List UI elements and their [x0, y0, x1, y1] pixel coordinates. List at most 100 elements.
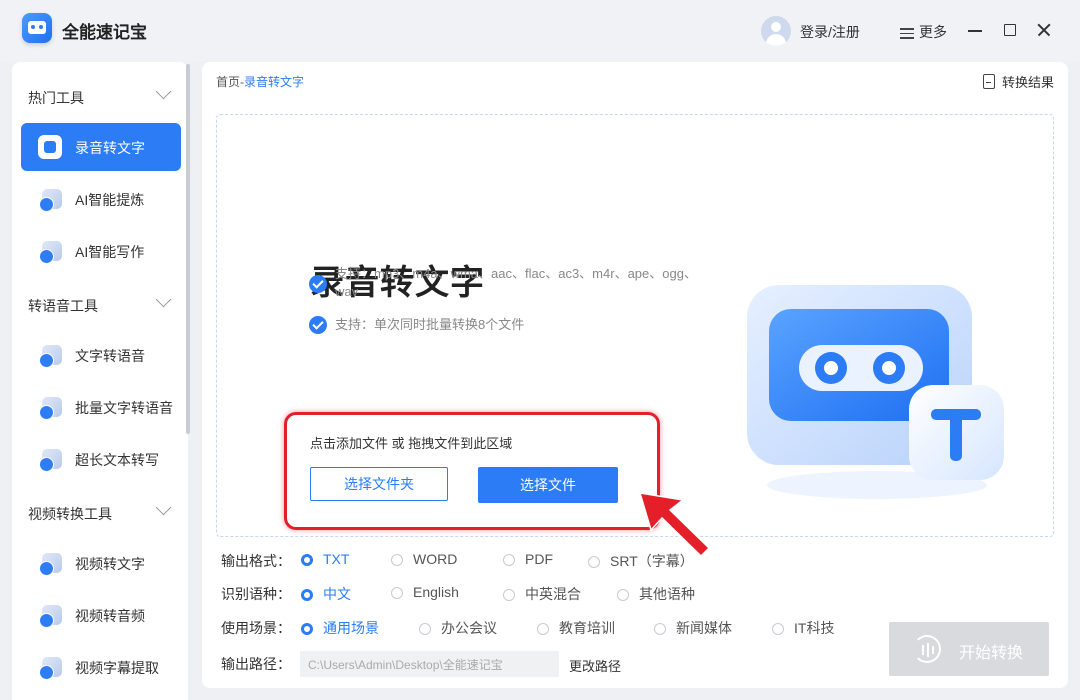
sidebar-item-label: AI智能提炼 [75, 192, 145, 208]
option-label: 通用场景 [323, 620, 379, 636]
option-label: English [413, 584, 459, 600]
radio-icon [301, 589, 313, 601]
select-folder-button[interactable]: 选择文件夹 [310, 467, 448, 501]
sidebar-item-label: 视频转文字 [75, 556, 145, 572]
output-format-label: 输出格式： [221, 553, 291, 569]
sidebar-item-text-to-speech[interactable]: 文字转语音 [21, 331, 181, 379]
sidebar-item-video-to-text[interactable]: 视频转文字 [21, 539, 181, 587]
drop-hint-text: 点击添加文件 或 拖拽文件到此区域 [310, 436, 513, 451]
sidebar-item-label: 视频字幕提取 [75, 660, 159, 676]
scene-option-news[interactable]: 新闻媒体 [654, 618, 732, 638]
sidebar-item-label: 视频转音频 [75, 608, 145, 624]
scene-option-general[interactable]: 通用场景 [301, 618, 379, 638]
format-option-word[interactable]: WORD [391, 551, 457, 567]
check-icon [309, 316, 327, 334]
subtitle-icon [39, 657, 62, 680]
batch-tts-icon [39, 397, 62, 420]
sidebar-item-label: 录音转文字 [75, 140, 145, 156]
app-logo-icon [22, 13, 52, 43]
sidebar-item-video-to-audio[interactable]: 视频转音频 [21, 591, 181, 639]
chevron-down-icon[interactable] [155, 499, 172, 516]
login-register-link[interactable]: 登录/注册 [800, 22, 860, 42]
user-avatar-icon[interactable] [761, 16, 791, 46]
breadcrumb: 首页-录音转文字 [216, 73, 304, 90]
title-bar: 全能速记宝 登录/注册 更多 [0, 0, 1080, 62]
radio-icon [617, 589, 629, 601]
select-file-button[interactable]: 选择文件 [478, 467, 618, 503]
more-label: 更多 [919, 24, 947, 40]
chevron-down-icon[interactable] [155, 291, 172, 308]
sidebar-item-label: 批量文字转语音 [75, 400, 173, 416]
scene-option-it[interactable]: IT科技 [772, 618, 834, 638]
radio-icon [654, 623, 666, 635]
usage-scene-label: 使用场景： [221, 620, 291, 636]
sidebar: 热门工具 录音转文字 AI智能提炼 AI智能写作 转语音工具 文字转语音 批量文… [12, 62, 188, 700]
radio-icon [301, 623, 313, 635]
option-label: 中英混合 [525, 586, 581, 602]
format-option-srt[interactable]: SRT（字幕） [588, 551, 694, 571]
file-drop-zone[interactable]: 录音转文字 支持：mp3、m4a、wma、aac、flac、ac3、m4r、ap… [216, 114, 1054, 558]
sidebar-item-batch-tts[interactable]: 批量文字转语音 [21, 383, 181, 431]
change-path-link[interactable]: 更改路径 [569, 656, 621, 675]
pointer-arrow-icon [638, 492, 711, 558]
sidebar-item-label: 文字转语音 [75, 348, 145, 364]
option-label: 办公会议 [441, 620, 497, 636]
option-label: SRT（字幕） [610, 553, 694, 569]
minimize-button[interactable] [963, 18, 987, 42]
language-option-other[interactable]: 其他语种 [617, 584, 695, 604]
language-option-chinese[interactable]: 中文 [301, 584, 351, 604]
output-path-label: 输出路径： [221, 656, 291, 672]
sidebar-group-video-tools[interactable]: 视频转换工具 [28, 504, 112, 524]
output-path-field[interactable] [300, 651, 559, 677]
radio-icon [588, 556, 600, 568]
language-option-mixed[interactable]: 中英混合 [503, 584, 581, 604]
format-option-txt[interactable]: TXT [301, 551, 349, 567]
option-label: IT科技 [794, 620, 835, 636]
radio-icon [537, 623, 549, 635]
conversion-results-button[interactable]: 转换结果 [982, 72, 1054, 91]
language-option-english[interactable]: English [391, 584, 459, 600]
scene-option-meeting[interactable]: 办公会议 [419, 618, 497, 638]
sidebar-item-subtitle-extract[interactable]: 视频字幕提取 [21, 643, 181, 691]
sidebar-group-hot-tools[interactable]: 热门工具 [28, 88, 84, 108]
option-label: 新闻媒体 [676, 620, 732, 636]
option-label: 其他语种 [639, 586, 695, 602]
scene-option-education[interactable]: 教育培训 [537, 618, 615, 638]
sidebar-item-label: AI智能写作 [75, 244, 145, 260]
option-label: PDF [525, 551, 553, 567]
sidebar-group-tts-tools[interactable]: 转语音工具 [28, 296, 98, 316]
transcribe-icon [38, 135, 62, 159]
radio-icon [503, 589, 515, 601]
app-title: 全能速记宝 [62, 23, 147, 42]
audio-wave-icon [913, 635, 941, 663]
tts-icon [39, 345, 62, 368]
breadcrumb-home[interactable]: 首页 [216, 75, 240, 89]
more-menu-button[interactable]: 更多 [900, 22, 947, 42]
start-conversion-button[interactable]: 开始转换 [889, 622, 1049, 676]
option-label: WORD [413, 551, 458, 567]
radio-icon [391, 554, 403, 566]
document-icon [982, 74, 995, 89]
conversion-results-label: 转换结果 [1001, 75, 1054, 90]
chevron-down-icon[interactable] [155, 83, 172, 100]
long-text-icon [39, 449, 62, 472]
batch-support-text: 支持：单次同时批量转换8个文件 [335, 317, 525, 332]
radio-icon [391, 587, 403, 599]
breadcrumb-current: 录音转文字 [244, 75, 305, 89]
radio-icon [503, 554, 515, 566]
close-button[interactable] [1032, 18, 1056, 42]
recognition-language-label: 识别语种： [221, 586, 291, 602]
sidebar-item-ai-writing[interactable]: AI智能写作 [21, 227, 181, 275]
sidebar-item-long-text[interactable]: 超长文本转写 [21, 435, 181, 483]
sidebar-item-ai-extract[interactable]: AI智能提炼 [21, 175, 181, 223]
maximize-button[interactable] [998, 18, 1022, 42]
ai-writing-icon [39, 241, 62, 264]
format-option-pdf[interactable]: PDF [503, 551, 553, 567]
sidebar-scrollbar[interactable] [186, 64, 190, 434]
video-audio-icon [39, 605, 62, 628]
option-label: 教育培训 [559, 620, 615, 636]
sidebar-item-audio-to-text[interactable]: 录音转文字 [21, 123, 181, 171]
video-text-icon [39, 553, 62, 576]
check-icon [309, 275, 327, 293]
supported-formats-text: 支持：mp3、m4a、wma、aac、flac、ac3、m4r、ape、ogg、… [335, 266, 697, 299]
